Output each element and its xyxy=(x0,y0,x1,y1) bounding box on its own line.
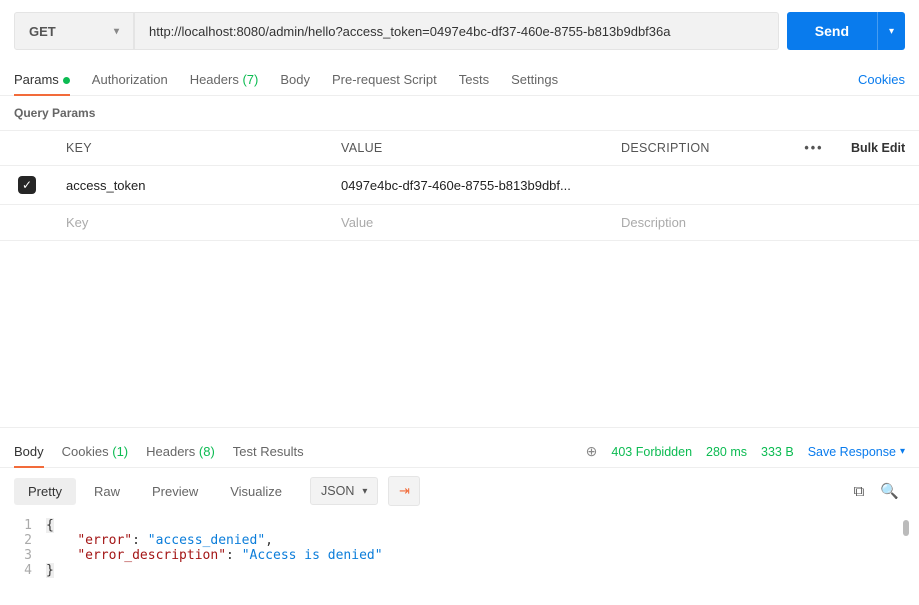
response-body: 1{ 2 "error": "access_denied", 3 "error_… xyxy=(0,514,919,588)
response-time: 280 ms xyxy=(706,445,747,459)
response-section: Body Cookies (1) Headers (8) Test Result… xyxy=(0,427,919,605)
tab-tests[interactable]: Tests xyxy=(459,64,489,95)
query-params-label: Query Params xyxy=(0,96,919,130)
resp-tab-body[interactable]: Body xyxy=(14,436,44,467)
request-bar: GET ▾ Send ▾ xyxy=(0,0,919,58)
cookies-link[interactable]: Cookies xyxy=(858,64,905,95)
save-response-button[interactable]: Save Response ▾ xyxy=(808,445,905,459)
more-options-button[interactable]: ••• xyxy=(789,131,839,165)
param-key[interactable]: access_token xyxy=(54,168,329,203)
param-key-placeholder[interactable]: Key xyxy=(54,205,329,240)
http-method-select[interactable]: GET ▾ xyxy=(14,12,134,50)
request-tabs: Params Authorization Headers (7) Body Pr… xyxy=(0,58,919,96)
resp-tab-headers[interactable]: Headers (8) xyxy=(146,436,215,467)
active-dot-icon xyxy=(63,77,70,84)
status-code: 403 Forbidden xyxy=(611,445,692,459)
tab-body[interactable]: Body xyxy=(280,64,310,95)
param-desc-placeholder[interactable]: Description xyxy=(609,205,789,240)
resp-tab-testresults[interactable]: Test Results xyxy=(233,436,304,467)
response-size: 333 B xyxy=(761,445,794,459)
row-checkbox[interactable]: ✓ xyxy=(18,176,36,194)
send-group: Send ▾ xyxy=(787,12,905,50)
send-dropdown-button[interactable]: ▾ xyxy=(877,12,905,50)
view-pretty[interactable]: Pretty xyxy=(14,478,76,505)
globe-icon[interactable]: ⊕ xyxy=(586,443,598,460)
copy-icon[interactable]: ⧉ xyxy=(848,479,871,504)
url-input[interactable] xyxy=(134,12,779,50)
tab-headers[interactable]: Headers (7) xyxy=(190,64,259,95)
wrap-lines-button[interactable]: ⇥ xyxy=(388,476,420,506)
table-row-placeholder[interactable]: Key Value Description xyxy=(0,205,919,241)
tab-prerequest[interactable]: Pre-request Script xyxy=(332,64,437,95)
view-raw[interactable]: Raw xyxy=(80,478,134,505)
tab-authorization[interactable]: Authorization xyxy=(92,64,168,95)
col-desc-header: DESCRIPTION xyxy=(609,131,789,165)
search-icon[interactable]: 🔍 xyxy=(874,478,905,504)
table-row[interactable]: ✓ access_token 0497e4bc-df37-460e-8755-b… xyxy=(0,166,919,205)
col-value-header: VALUE xyxy=(329,131,609,165)
tab-params[interactable]: Params xyxy=(14,64,70,95)
param-description[interactable] xyxy=(609,175,789,195)
view-preview[interactable]: Preview xyxy=(138,478,212,505)
bulk-edit-button[interactable]: Bulk Edit xyxy=(839,131,919,165)
send-button[interactable]: Send xyxy=(787,12,877,50)
view-visualize[interactable]: Visualize xyxy=(216,478,296,505)
param-value-placeholder[interactable]: Value xyxy=(329,205,609,240)
scrollbar-thumb[interactable] xyxy=(903,520,909,536)
col-key-header: KEY xyxy=(54,131,329,165)
chevron-down-icon: ▾ xyxy=(362,486,367,497)
table-header-row: KEY VALUE DESCRIPTION ••• Bulk Edit xyxy=(0,131,919,166)
check-icon: ✓ xyxy=(22,178,32,192)
chevron-down-icon: ▾ xyxy=(900,446,905,457)
http-method-value: GET xyxy=(29,24,56,39)
resp-tab-cookies[interactable]: Cookies (1) xyxy=(62,436,128,467)
chevron-down-icon: ▾ xyxy=(889,26,894,37)
param-value[interactable]: 0497e4bc-df37-460e-8755-b813b9dbf... xyxy=(329,168,609,203)
response-body-toolbar: Pretty Raw Preview Visualize JSON▾ ⇥ ⧉ 🔍 xyxy=(0,468,919,514)
format-select[interactable]: JSON▾ xyxy=(310,477,378,505)
tab-settings[interactable]: Settings xyxy=(511,64,558,95)
query-params-table: KEY VALUE DESCRIPTION ••• Bulk Edit ✓ ac… xyxy=(0,130,919,241)
response-tabs: Body Cookies (1) Headers (8) Test Result… xyxy=(0,428,919,468)
chevron-down-icon: ▾ xyxy=(114,26,119,37)
wrap-icon: ⇥ xyxy=(399,483,410,499)
